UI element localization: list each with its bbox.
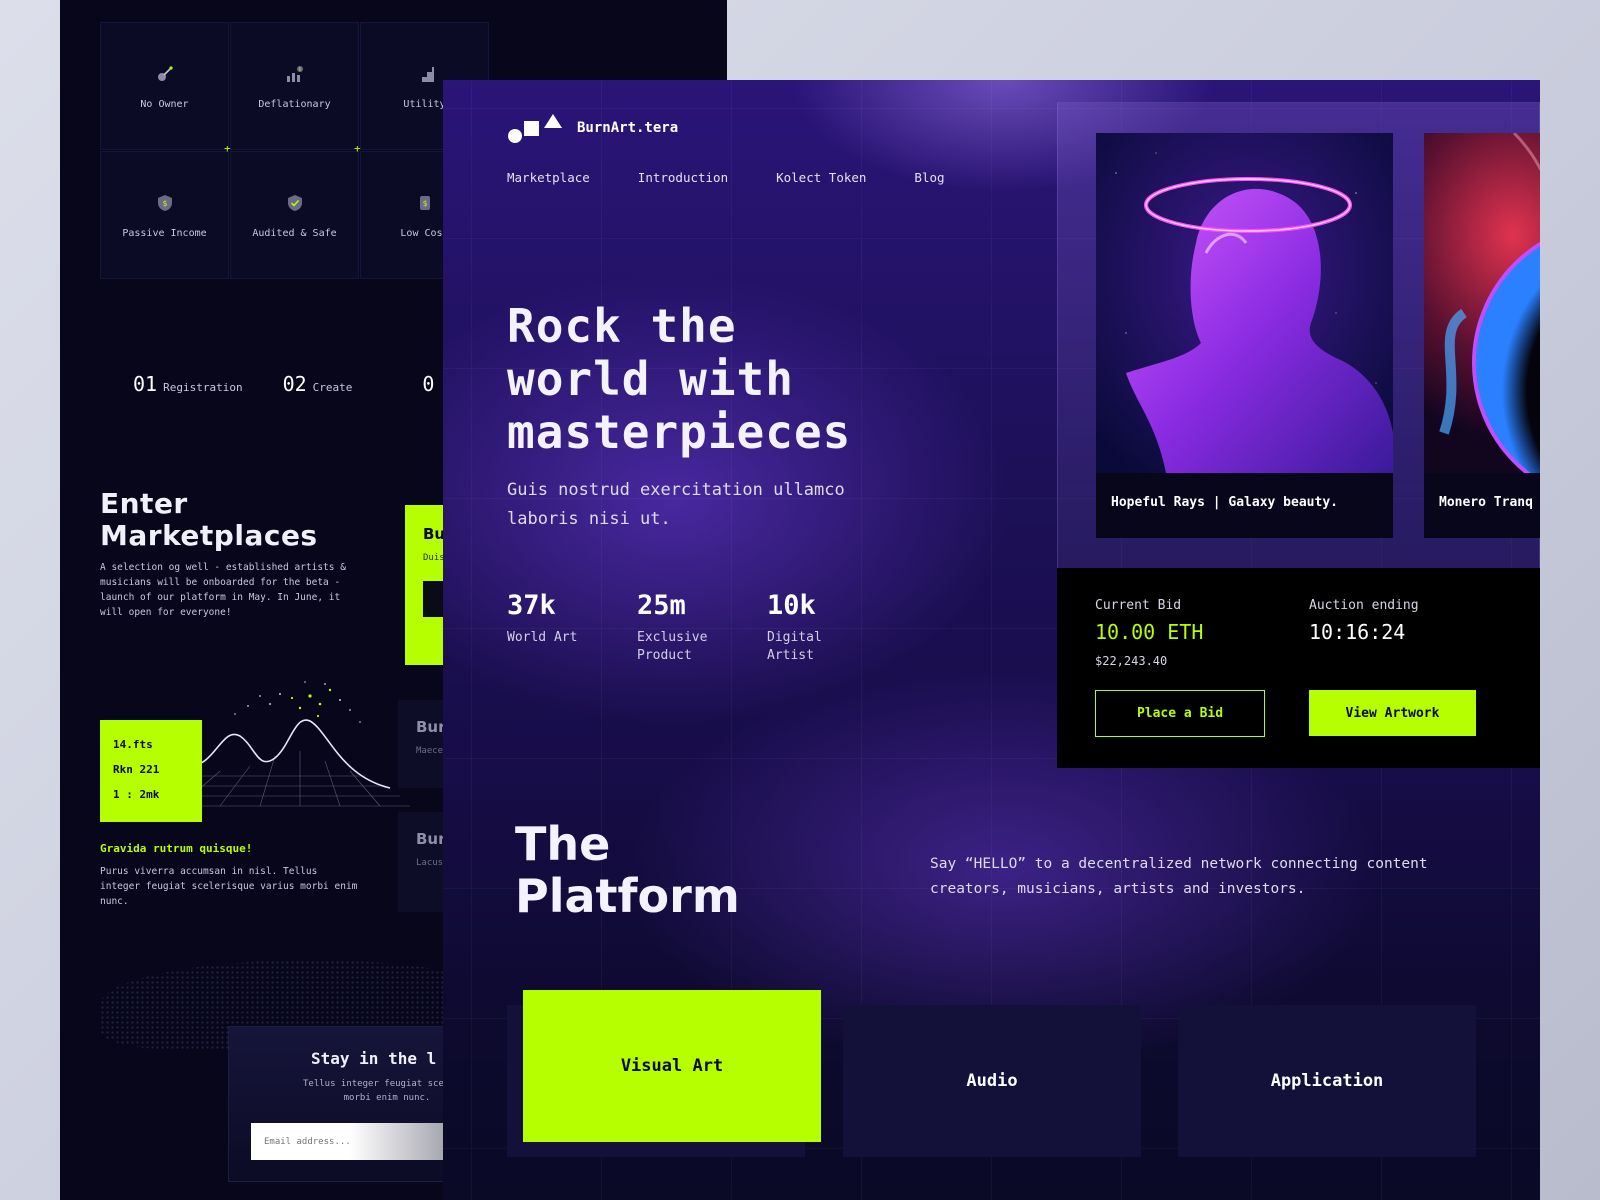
auction-ending-value: 10:16:24 xyxy=(1309,620,1406,644)
category-application[interactable]: Application xyxy=(1178,1005,1476,1157)
svg-text:$: $ xyxy=(422,199,427,208)
gravida-title: Gravida rutrum quisque! xyxy=(100,842,253,855)
main-nav: Marketplace Introduction Kolect Token Bl… xyxy=(507,170,945,185)
stats-row: 37k World Art 25m Exclusive Product 10k … xyxy=(507,590,841,665)
chart-coin-icon: $ xyxy=(284,63,306,85)
step-3: 0 xyxy=(422,372,435,396)
guitar-icon xyxy=(154,63,176,85)
artwork-caption: Hopeful Rays | Galaxy beauty. xyxy=(1111,495,1338,510)
artwork-caption: Monero Tranq xyxy=(1439,495,1533,510)
chart-legend-box: 14.fts Rkn 221 1 : 2mk xyxy=(100,720,202,822)
steps-row: 01 Registration 02 Create 0 xyxy=(133,372,440,396)
feature-no-owner: No Owner xyxy=(100,22,229,150)
logo[interactable]: BurnArt.tera xyxy=(507,112,678,144)
current-bid-usd: $22,243.40 xyxy=(1095,654,1168,668)
auction-ending-label: Auction ending xyxy=(1309,598,1419,613)
artwork-card[interactable]: Hopeful Rays | Galaxy beauty. xyxy=(1096,133,1393,538)
logo-shapes-icon xyxy=(508,114,562,143)
nav-blog[interactable]: Blog xyxy=(914,170,944,185)
category-visual-art[interactable]: Visual Art xyxy=(523,990,821,1142)
stat-exclusive-product: 25m Exclusive Product xyxy=(637,590,708,663)
category-audio[interactable]: Audio xyxy=(843,1005,1141,1157)
nav-introduction[interactable]: Introduction xyxy=(638,170,728,185)
coin-shield-icon: $ xyxy=(154,192,176,214)
step-1: 01 Registration xyxy=(133,372,243,396)
stat-world-art: 37k World Art xyxy=(507,590,578,645)
current-bid-value: 10.00 ETH xyxy=(1095,620,1204,644)
bid-panel: Current Bid 10.00 ETH $22,243.40 Auction… xyxy=(1057,568,1540,768)
platform-title: The Platform xyxy=(515,817,740,923)
front-screen: BurnArt.tera Marketplace Introduction Ko… xyxy=(443,80,1540,1200)
coin-tag-icon: $ xyxy=(414,192,436,214)
artwork-image-planet xyxy=(1424,133,1540,473)
hero-title: Rock the world with masterpieces xyxy=(507,299,852,459)
brand-name: BurnArt.tera xyxy=(577,120,679,136)
enter-marketplaces-title: Enter Marketplaces xyxy=(100,487,318,552)
place-bid-button[interactable]: Place a Bid xyxy=(1095,690,1265,737)
hero-subtitle: Guis nostrud exercitation ullamco labori… xyxy=(507,480,845,529)
platform-desc: Say “HELLO” to a decentralized network c… xyxy=(930,856,1428,897)
artwork-card[interactable]: Monero Tranq xyxy=(1424,133,1540,538)
newsletter-title: Stay in the l xyxy=(311,1049,437,1068)
enter-marketplaces-desc: A selection og well - established artist… xyxy=(100,562,346,618)
shield-check-icon xyxy=(284,192,306,214)
artwork-gallery: Hopeful Rays | Galaxy beauty. Monero Tra… xyxy=(1057,102,1540,647)
plus-marker: + xyxy=(224,142,231,155)
artwork-image-bust xyxy=(1096,133,1393,473)
stat-digital-artist: 10k Digital Artist xyxy=(767,590,822,663)
current-bid-label: Current Bid xyxy=(1095,598,1182,613)
nav-marketplace[interactable]: Marketplace xyxy=(507,170,590,185)
feature-deflationary: $ Deflationary xyxy=(230,22,359,150)
svg-text:$: $ xyxy=(162,199,167,208)
nav-kolect-token[interactable]: Kolect Token xyxy=(776,170,866,185)
plus-marker: + xyxy=(354,142,361,155)
view-artwork-button[interactable]: View Artwork xyxy=(1309,690,1476,736)
gravida-desc: Purus viverra accumsan in nisl. Tellus i… xyxy=(100,866,358,907)
feature-grid: No Owner $ Deflationary Utility $ Passiv… xyxy=(100,22,500,282)
feature-audited-safe: Audited & Safe xyxy=(230,151,359,279)
email-input[interactable] xyxy=(251,1123,471,1160)
step-2: 02 Create xyxy=(282,372,353,396)
stairs-icon xyxy=(414,63,436,85)
feature-passive-income: $ Passive Income xyxy=(100,151,229,279)
